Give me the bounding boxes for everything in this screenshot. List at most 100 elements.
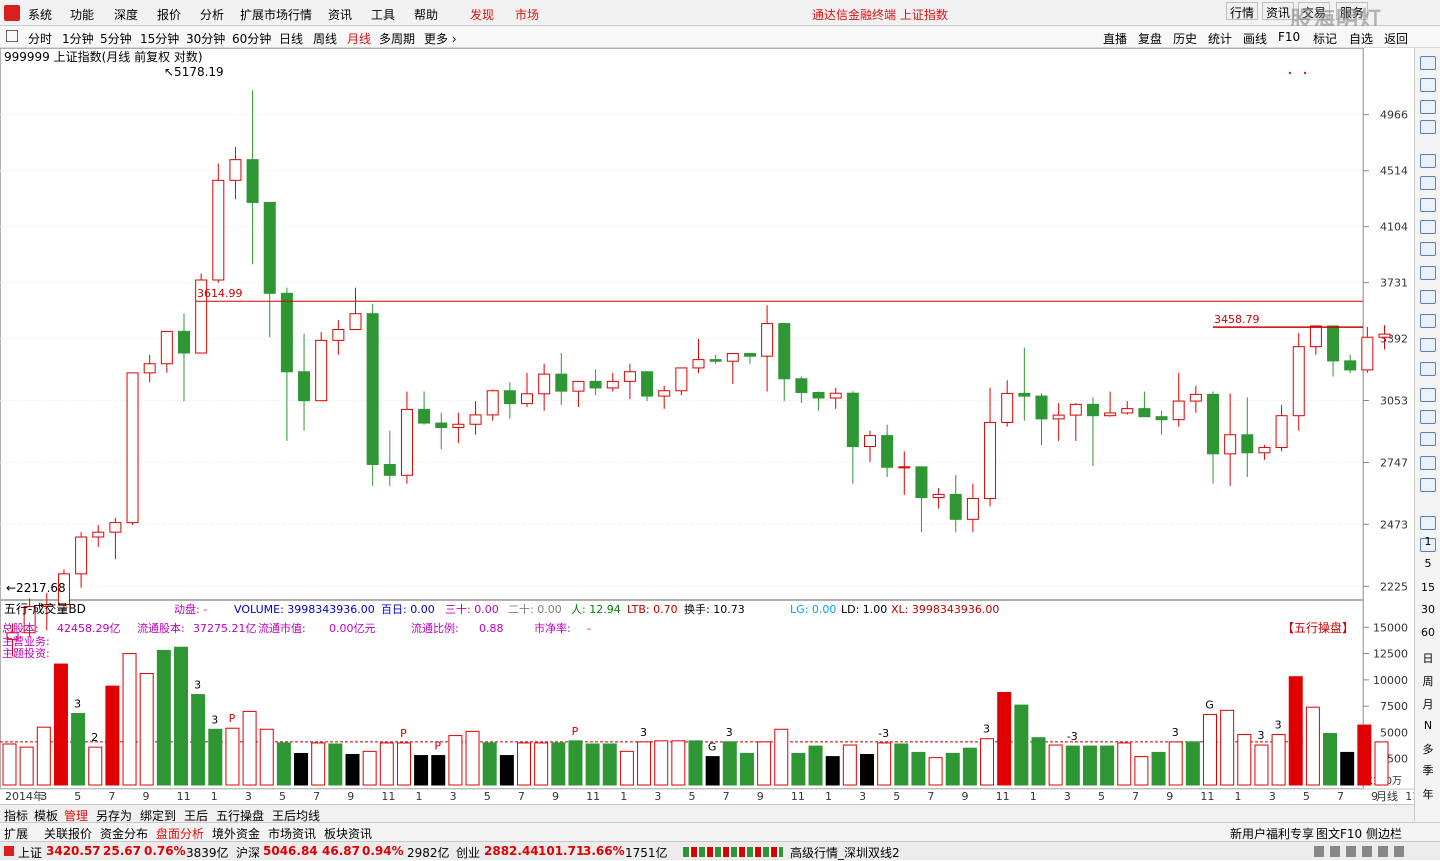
arrow-up-icon[interactable]	[1420, 56, 1436, 70]
tab2-6[interactable]: 板块资讯	[324, 825, 372, 842]
tool-right-3[interactable]: 统计	[1208, 30, 1232, 47]
volume-bar	[1220, 709, 1235, 786]
f10-icon[interactable]	[1420, 266, 1436, 280]
circle-icon[interactable]	[1420, 362, 1436, 376]
menu-item-5[interactable]: 扩展市场行情	[240, 6, 312, 23]
candle-body	[606, 380, 619, 389]
status-market-icon	[4, 846, 14, 856]
period-shortcut-3[interactable]: 30	[1415, 603, 1440, 616]
x-axis-label: 2014年	[5, 789, 44, 803]
tab2-right-2[interactable]: 侧边栏	[1366, 825, 1402, 842]
period-3[interactable]: 15分钟	[140, 30, 179, 47]
volume-bar	[1271, 734, 1286, 786]
bar-chart-icon[interactable]	[1420, 176, 1436, 190]
menu-bar: 通达信金融终端 上证指数 系统 功能 深度 报价 分析 扩展市场行情 资讯 工具 帮助 发现 市场 行…	[0, 0, 1440, 33]
period-shortcut-2[interactable]: 15	[1415, 581, 1440, 594]
menu-right-0[interactable]: 行情	[1226, 2, 1259, 20]
period-2[interactable]: 5分钟	[100, 30, 132, 47]
tool-right-0[interactable]: 直播	[1103, 30, 1127, 47]
volume-marker: 3	[726, 726, 733, 739]
stock-info-8: 市净率:	[534, 621, 571, 635]
period-10[interactable]: 更多 ›	[424, 30, 457, 47]
volume-bar	[1374, 741, 1389, 786]
menu-item-1[interactable]: 功能	[70, 6, 94, 23]
menu-item-3[interactable]: 报价	[157, 6, 181, 23]
tab2-2[interactable]: 资金分布	[100, 825, 148, 842]
volume-bar	[36, 726, 51, 786]
chart-icon[interactable]	[1420, 220, 1436, 234]
candle-body	[949, 493, 962, 520]
list-icon[interactable]	[1420, 242, 1436, 256]
marker-dot	[1303, 71, 1307, 75]
status-tray-icon[interactable]	[1314, 846, 1404, 857]
period-8[interactable]: 月线	[347, 30, 371, 47]
period-shortcut-9[interactable]: 多	[1415, 741, 1440, 757]
pen-icon[interactable]	[1420, 478, 1436, 492]
period-0[interactable]: 分时	[28, 30, 52, 47]
fx-icon[interactable]	[1420, 338, 1436, 352]
tool-right-6[interactable]: 标记	[1313, 30, 1337, 47]
menu-hot-0[interactable]: 发现	[470, 6, 494, 23]
tab2-5[interactable]: 市场资讯	[268, 825, 316, 842]
tool-right-1[interactable]: 复盘	[1138, 30, 1162, 47]
period-shortcut-4[interactable]: 60	[1415, 626, 1440, 639]
menu-item-7[interactable]: 工具	[371, 6, 395, 23]
candle-icon[interactable]	[1420, 198, 1436, 212]
menu-item-2[interactable]: 深度	[114, 6, 138, 23]
period-shortcut-11[interactable]: 年	[1415, 786, 1440, 802]
menu-item-6[interactable]: 资讯	[328, 6, 352, 23]
move-icon[interactable]	[1420, 456, 1436, 470]
period-9[interactable]: 多周期	[379, 30, 415, 47]
period-shortcut-0[interactable]: 1	[1415, 535, 1440, 548]
chart-area[interactable]: 4966451441043731339230532747247322259999…	[0, 48, 1414, 804]
tool-right-5[interactable]: F10	[1278, 30, 1300, 44]
period-shortcut-8[interactable]: N	[1415, 719, 1440, 732]
period-4[interactable]: 30分钟	[186, 30, 225, 47]
arrow-left-icon[interactable]	[1420, 100, 1436, 114]
candle-body	[915, 466, 928, 499]
candle-body	[932, 493, 945, 499]
period-6[interactable]: 日线	[279, 30, 303, 47]
x-axis-label: 7	[518, 790, 525, 803]
tab2-4[interactable]: 境外资金	[212, 825, 260, 842]
news-icon[interactable]	[1420, 290, 1436, 304]
grid-icon[interactable]	[1420, 154, 1436, 168]
candle-body	[555, 373, 568, 392]
f5-icon[interactable]	[1420, 516, 1436, 530]
menu-item-8[interactable]: 帮助	[414, 6, 438, 23]
tool-right-4[interactable]: 画线	[1243, 30, 1267, 47]
period-shortcut-6[interactable]: 周	[1415, 673, 1440, 689]
menu-hot-1[interactable]: 市场	[515, 6, 539, 23]
tab2-1[interactable]: 关联报价	[44, 825, 92, 842]
period-shortcut-7[interactable]: 月	[1415, 696, 1440, 712]
status-0: 上证	[18, 846, 43, 860]
x-axis-label: 9	[142, 790, 149, 803]
dollar-icon[interactable]	[1420, 432, 1436, 446]
period-7[interactable]: 周线	[313, 30, 337, 47]
tab2-right-1[interactable]: 图文F10	[1316, 825, 1362, 842]
tab2-3[interactable]: 盘面分析	[156, 825, 204, 842]
period-shortcut-10[interactable]: 季	[1415, 762, 1440, 778]
wave-icon[interactable]	[1420, 388, 1436, 402]
toggle-panel-icon[interactable]	[6, 30, 18, 42]
period-shortcut-1[interactable]: 5	[1415, 557, 1440, 570]
candle-body	[298, 371, 311, 402]
tool-right-7[interactable]: 自选	[1349, 30, 1373, 47]
candle-body	[143, 363, 156, 374]
volume-bar	[739, 752, 754, 786]
period-1[interactable]: 1分钟	[62, 30, 94, 47]
tab2-right-0[interactable]: 新用户福利专享	[1230, 825, 1314, 842]
tool-right-8[interactable]: 返回	[1384, 30, 1408, 47]
menu-item-4[interactable]: 分析	[200, 6, 224, 23]
x-axis-label: 1	[211, 790, 218, 803]
arrow-right-icon[interactable]	[1420, 120, 1436, 134]
menu-item-0[interactable]: 系统	[28, 6, 52, 23]
rsi-icon[interactable]	[1420, 410, 1436, 424]
tab2-0[interactable]: 扩展	[4, 825, 28, 842]
period-5[interactable]: 60分钟	[232, 30, 271, 47]
tool-right-2[interactable]: 历史	[1173, 30, 1197, 47]
volume-bar	[379, 742, 394, 786]
f2-icon[interactable]	[1420, 314, 1436, 328]
arrow-down-icon[interactable]	[1420, 78, 1436, 92]
period-shortcut-5[interactable]: 日	[1415, 650, 1440, 666]
